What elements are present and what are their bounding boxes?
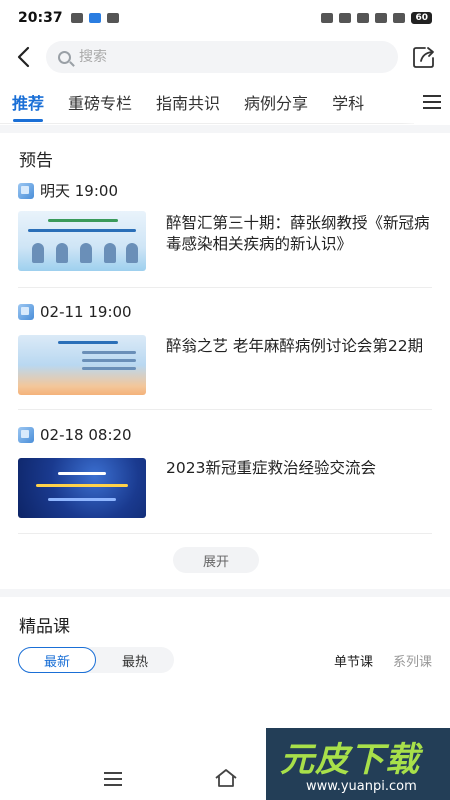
preview-item-title[interactable]: 醉翁之艺 老年麻醉病例讨论会第22期 <box>166 336 436 357</box>
tabs-menu-button[interactable] <box>414 80 450 124</box>
menu-icon <box>104 772 122 774</box>
wifi-icon <box>393 13 406 23</box>
search-bar[interactable] <box>46 41 398 73</box>
preview-item-time-row: 02-18 08:20 <box>18 426 132 444</box>
category-tabs: 推荐 重磅专栏 指南共识 病例分享 学科 <box>0 80 450 124</box>
menu-icon <box>423 95 441 97</box>
status-time: 20:37 <box>18 10 63 26</box>
preview-item-title[interactable]: 醉智汇第三十期：薛张纲教授《新冠病毒感染相关疾病的新认识》 <box>166 213 436 255</box>
preview-item-time-row: 02-11 19:00 <box>18 303 132 321</box>
course-sort-toggle: 最新 最热 <box>18 647 174 673</box>
status-bar: 20:37 60 <box>0 0 450 36</box>
preview-item-thumbnail[interactable] <box>18 458 146 518</box>
tab-discipline[interactable]: 学科 <box>320 80 376 124</box>
preview-item-time-row: 明天 19:00 <box>18 180 118 201</box>
item-separator <box>18 409 432 410</box>
tab-case-sharing[interactable]: 病例分享 <box>232 80 320 124</box>
preview-section-title: 预告 <box>19 151 53 171</box>
course-type-tabs: 单节课 系列课 <box>334 651 432 670</box>
watermark-url: www.yuanpi.com <box>306 779 417 794</box>
signal-5g-icon <box>357 13 370 23</box>
section-divider <box>0 125 450 133</box>
preview-item-title[interactable]: 2023新冠重症救治经验交流会 <box>166 458 436 479</box>
watermark-logo: 元皮下载 www.yuanpi.com <box>266 728 450 800</box>
section-divider <box>0 589 450 597</box>
app-notification-icon <box>88 13 101 23</box>
sort-newest-button[interactable]: 最新 <box>18 647 96 673</box>
mail-icon <box>106 13 119 23</box>
home-icon[interactable] <box>214 768 238 788</box>
item-separator <box>18 533 432 534</box>
top-header <box>0 36 450 78</box>
tab-recommend[interactable]: 推荐 <box>0 80 56 124</box>
tab-series-course[interactable]: 系列课 <box>393 651 432 670</box>
courses-section-title: 精品课 <box>19 617 70 637</box>
watermark-text: 元皮下载 <box>280 740 420 780</box>
preview-item-thumbnail[interactable] <box>18 211 146 271</box>
chevron-left-icon <box>17 46 30 68</box>
search-input[interactable] <box>79 49 279 65</box>
hd-icon <box>339 13 352 23</box>
notification-icons <box>70 13 119 23</box>
battery-icon: 60 <box>411 12 432 24</box>
tabs-track: 推荐 重磅专栏 指南共识 病例分享 学科 <box>0 80 415 124</box>
preview-item-time: 明天 19:00 <box>40 182 118 200</box>
signal-5g-icon-2 <box>375 13 388 23</box>
vibrate-icon <box>321 13 334 23</box>
tab-single-lesson[interactable]: 单节课 <box>334 651 373 670</box>
preview-item-thumbnail[interactable] <box>18 335 146 395</box>
wechat-icon <box>70 13 83 23</box>
preview-item-time: 02-18 08:20 <box>40 426 132 444</box>
calendar-cube-icon <box>18 427 34 443</box>
recent-apps-button[interactable] <box>104 772 122 786</box>
search-icon <box>58 50 71 64</box>
tab-guidelines[interactable]: 指南共识 <box>144 80 232 124</box>
preview-item-time: 02-11 19:00 <box>40 303 132 321</box>
expand-button[interactable]: 展开 <box>173 547 259 573</box>
back-button[interactable] <box>0 36 46 78</box>
system-icons: 60 <box>321 12 432 24</box>
item-separator <box>18 287 432 288</box>
calendar-cube-icon <box>18 304 34 320</box>
calendar-cube-icon <box>18 182 34 199</box>
sort-hottest-button[interactable]: 最热 <box>96 647 174 673</box>
share-button[interactable] <box>398 36 450 78</box>
share-icon <box>413 47 434 68</box>
tab-featured-column[interactable]: 重磅专栏 <box>56 80 144 124</box>
